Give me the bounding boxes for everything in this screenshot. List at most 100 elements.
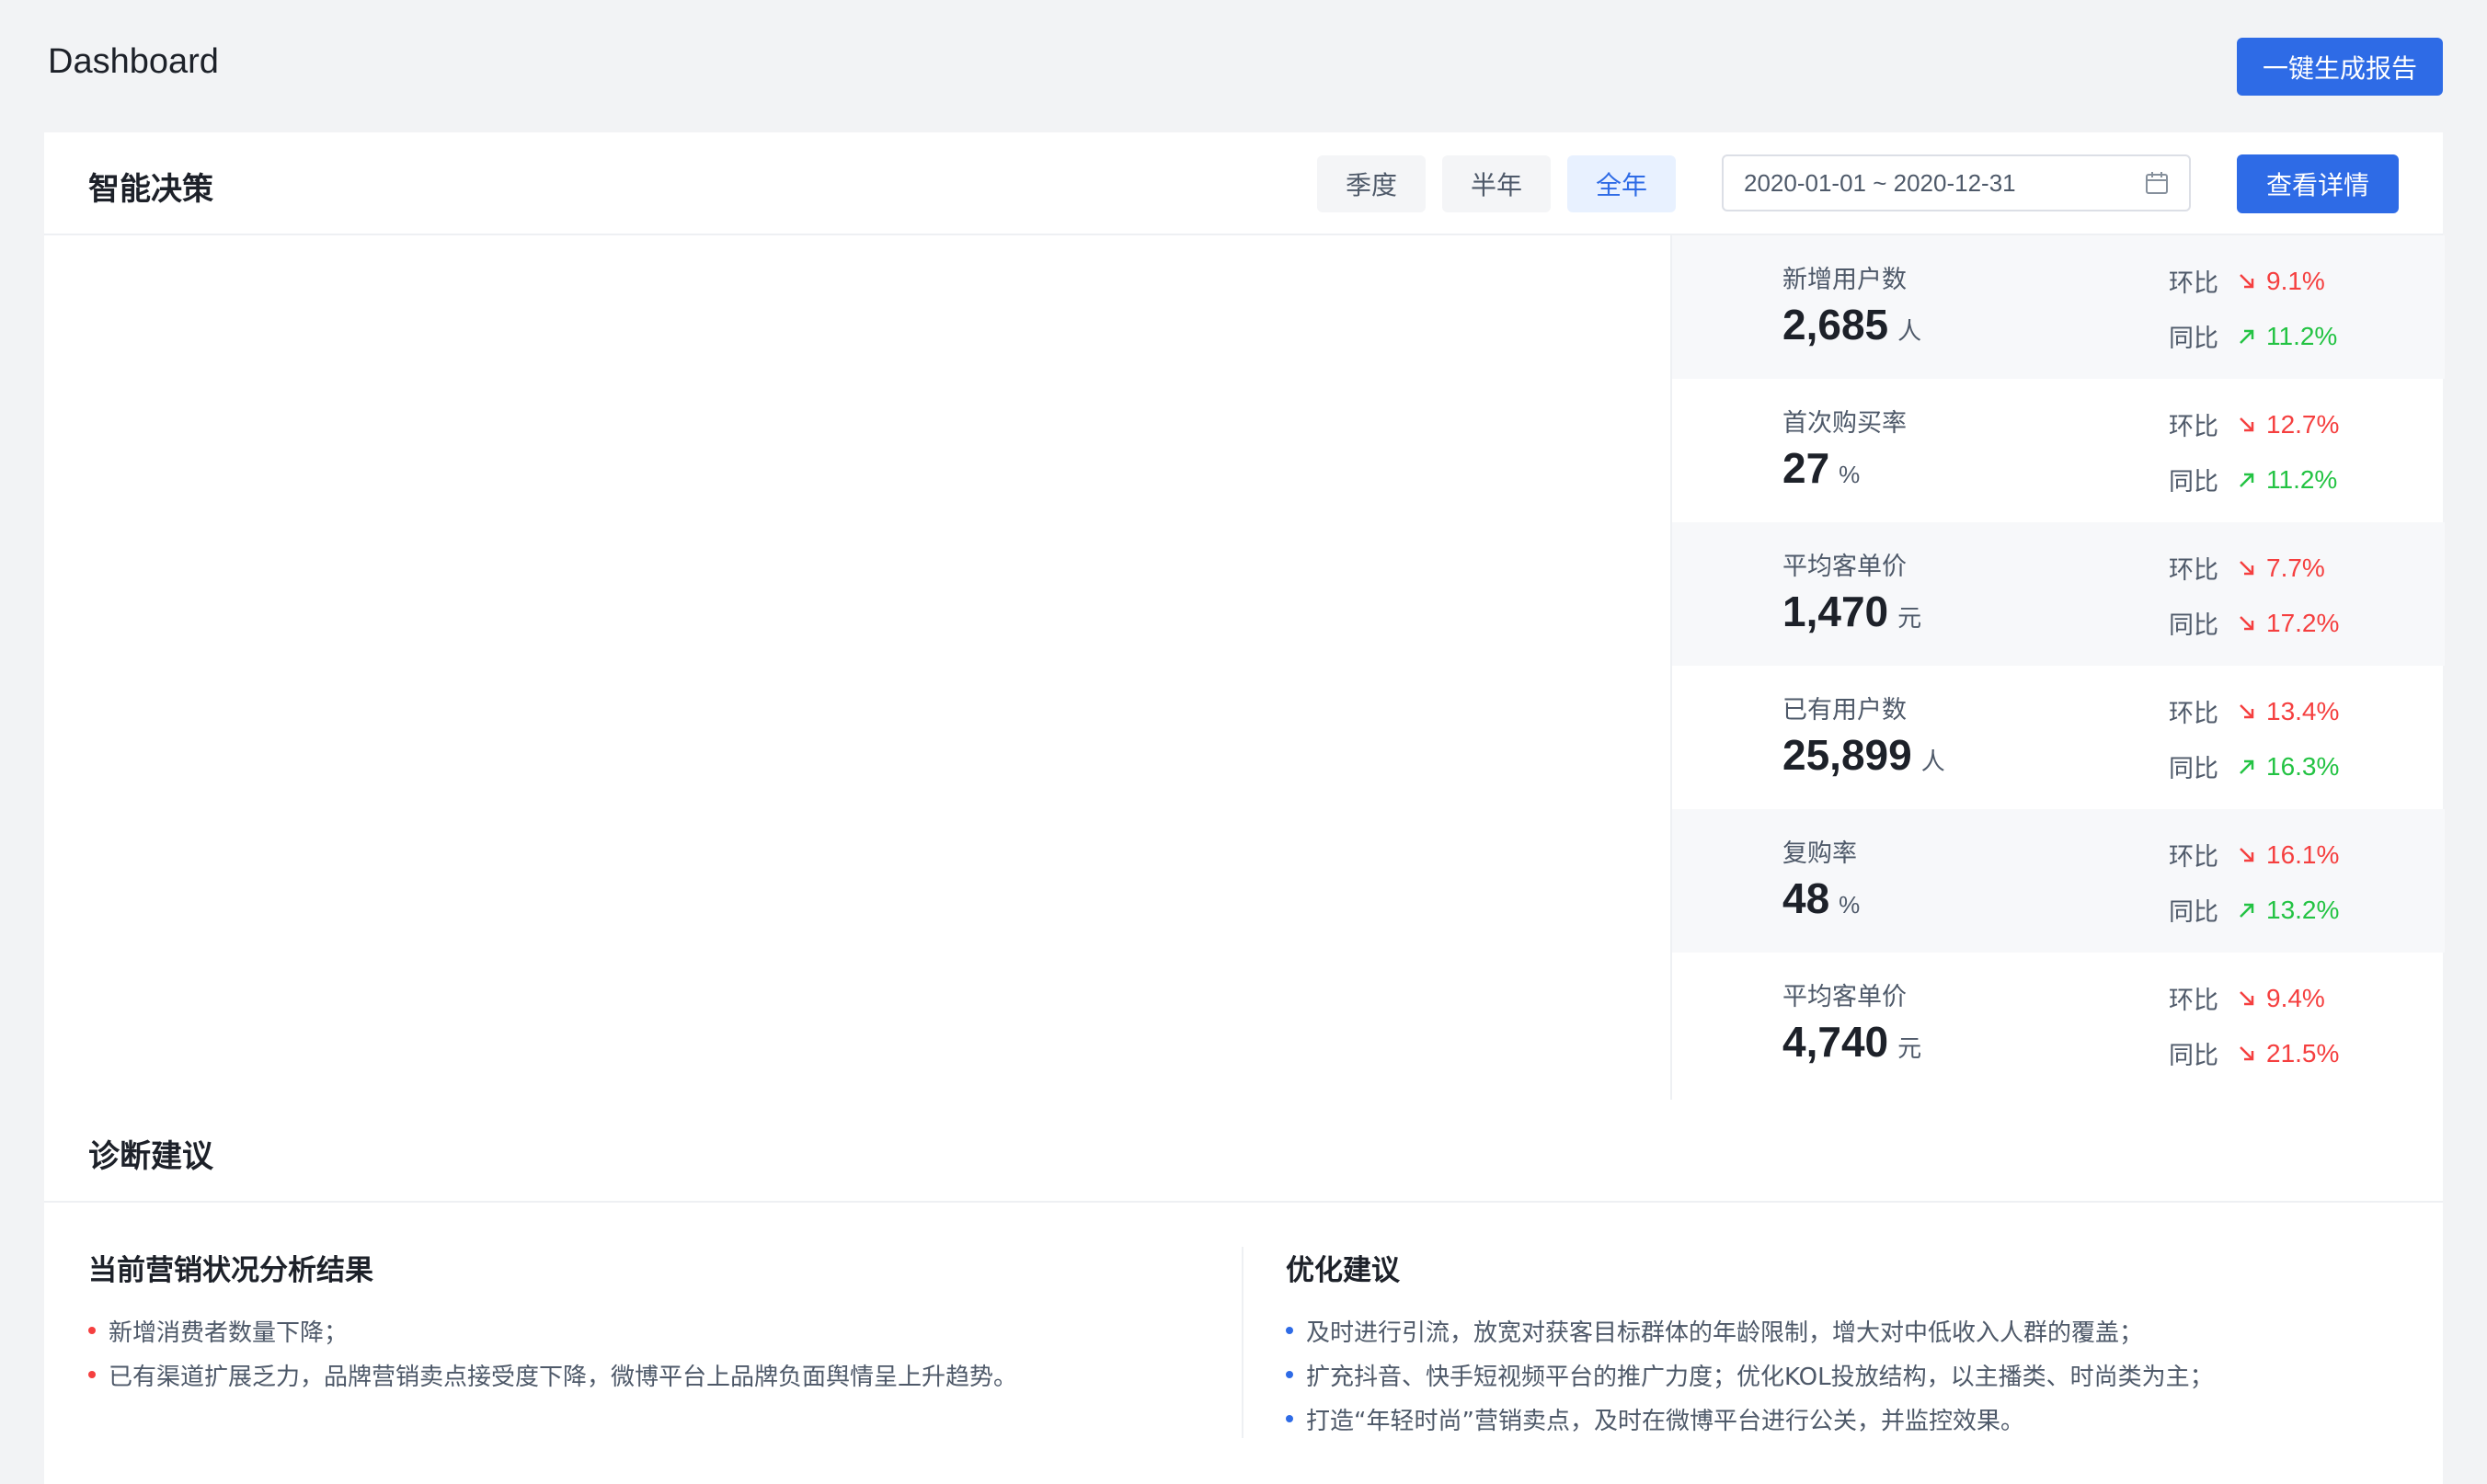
arrow-down-right-icon [2240, 990, 2254, 1005]
metric-unit: 人 [1920, 748, 1945, 775]
yoy-value: 21.5% [2266, 1038, 2340, 1067]
metric-unit: % [1839, 461, 1861, 488]
metrics-panel: 新增用户数 2,685 人环比 9.1% 同比 11.2% 首次购买率 27% 环比 12.7% 同… [1670, 235, 2445, 1100]
mom-label: 环比 [2169, 987, 2218, 1015]
metric-row: 首次购买率 27% 环比 12.7% 同比 11.2% [1672, 379, 2445, 522]
metric-label: 首次购买率 [1782, 409, 1907, 438]
analysis-column: 当前营销状况分析结果 新增消费者数量下降； 已有渠道扩展乏力，品牌营销卖点接受度下… [88, 1247, 1017, 1397]
arrow-up-right-icon [2240, 329, 2254, 344]
advice-list-item: 扩充抖音、快手短视频平台的推广力度；优化KOL投放结构，以主播类、时尚类为主； [1286, 1353, 2214, 1397]
advice-list-item: 已有渠道扩展乏力，品牌营销卖点接受度下降，微博平台上品牌负面舆情呈上升趋势。 [88, 1353, 1017, 1397]
mom-value: 9.4% [2266, 983, 2325, 1012]
arrow-down-right-icon [2240, 560, 2254, 575]
yoy-value: 11.2% [2266, 464, 2338, 494]
decision-title: 智能决策 [88, 171, 213, 208]
yoy-value: 16.3% [2266, 751, 2340, 781]
metric-value-block: 25,899 人 [1782, 730, 1945, 780]
yoy-comparison: 同比 17.2% [2169, 605, 2339, 641]
mom-label: 环比 [2169, 843, 2218, 872]
mom-comparison: 环比 9.4% [2169, 980, 2325, 1016]
advice-title: 诊断建议 [88, 1138, 213, 1175]
generate-report-button[interactable]: 一键生成报告 [2237, 38, 2443, 96]
arrow-up-right-icon [2240, 473, 2254, 487]
date-range-value: 2020-01-01 ~ 2020-12-31 [1744, 168, 2016, 197]
metric-unit: 元 [1897, 1034, 1922, 1062]
metric-unit: 人 [1897, 317, 1922, 345]
metric-value: 48 [1782, 874, 1830, 922]
decision-card: 智能决策 季度 半年 全年 2020-01-01 ~ 2020-12-31 查看… [44, 132, 2445, 1100]
bullet-dot-icon [1286, 1327, 1293, 1334]
metric-label: 复购率 [1782, 839, 1857, 868]
metric-value-block: 2,685 人 [1782, 300, 1921, 349]
metric-label: 平均客单价 [1782, 553, 1907, 581]
view-detail-button[interactable]: 查看详情 [2237, 154, 2399, 213]
bullet-dot-icon [88, 1327, 96, 1334]
arrow-up-right-icon [2240, 759, 2254, 774]
advice-item-text: 已有渠道扩展乏力，品牌营销卖点接受度下降，微博平台上品牌负面舆情呈上升趋势。 [109, 1363, 1018, 1391]
segment-half-year[interactable]: 半年 [1442, 155, 1551, 212]
mom-comparison: 环比 12.7% [2169, 406, 2339, 442]
arrow-down-right-icon [2240, 1045, 2254, 1060]
metric-label: 平均客单价 [1782, 983, 1907, 1011]
metric-value: 27 [1782, 444, 1830, 492]
mom-label: 环比 [2169, 556, 2218, 585]
yoy-comparison: 同比 11.2% [2169, 318, 2337, 354]
metric-value-block: 4,740 元 [1782, 1017, 1921, 1067]
yoy-value: 13.2% [2266, 895, 2340, 924]
arrow-up-right-icon [2240, 903, 2254, 918]
metric-value: 1,470 [1782, 588, 1889, 635]
bullet-dot-icon [1286, 1415, 1293, 1422]
mom-comparison: 环比 7.7% [2169, 550, 2325, 586]
mom-label: 环比 [2169, 269, 2218, 298]
chart-area [44, 235, 1670, 1100]
advice-list-item: 新增消费者数量下降； [88, 1308, 1017, 1353]
mom-comparison: 环比 13.4% [2169, 693, 2339, 729]
yoy-label: 同比 [2169, 898, 2218, 927]
metric-row: 已有用户数 25,899 人 环比 13.4% 同比 16.3% [1672, 666, 2445, 809]
mom-value: 7.7% [2266, 553, 2325, 582]
yoy-value: 11.2% [2266, 321, 2338, 350]
yoy-label: 同比 [2169, 755, 2218, 783]
advice-list-item: 打造“年轻时尚”营销卖点，及时在微博平台进行公关，并监控效果。 [1286, 1397, 2214, 1441]
date-range-picker[interactable]: 2020-01-01 ~ 2020-12-31 [1722, 154, 2191, 211]
metric-row: 新增用户数 2,685 人 环比 9.1% 同比 11.2% [1672, 235, 2445, 379]
mom-label: 环比 [2169, 413, 2218, 441]
advice-item-text: 新增消费者数量下降； [109, 1318, 349, 1347]
metric-value-block: 1,470 元 [1782, 587, 1921, 636]
metric-value: 2,685 [1782, 301, 1889, 348]
advice-card-header: 诊断建议 [44, 1100, 2443, 1203]
mom-comparison: 环比 16.1% [2169, 837, 2339, 873]
calendar-icon [2146, 172, 2168, 194]
segment-quarter[interactable]: 季度 [1317, 155, 1426, 212]
metric-label: 已有用户数 [1782, 696, 1907, 725]
yoy-comparison: 同比 21.5% [2169, 1035, 2339, 1071]
arrow-down-right-icon [2240, 615, 2254, 630]
mom-value: 16.1% [2266, 839, 2340, 869]
mom-comparison: 环比 9.1% [2169, 263, 2325, 299]
metric-row: 平均客单价 1,470 元 环比 7.7% 同比 17.2% [1672, 522, 2445, 666]
yoy-comparison: 同比 11.2% [2169, 462, 2337, 497]
yoy-comparison: 同比 13.2% [2169, 892, 2339, 928]
bullet-dot-icon [88, 1371, 96, 1378]
advice-card: 诊断建议 当前营销状况分析结果 新增消费者数量下降； 已有渠道扩展乏力，品牌营销卖… [44, 1100, 2443, 1484]
optimize-list: 及时进行引流，放宽对获客目标群体的年龄限制，增大对中低收入人群的覆盖； 扩充抖音、… [1286, 1308, 2214, 1441]
bullet-dot-icon [1286, 1371, 1293, 1378]
arrow-down-right-icon [2240, 703, 2254, 718]
metric-row: 复购率 48% 环比 16.1% 同比 13.2% [1672, 809, 2445, 953]
column-divider [1242, 1247, 1244, 1438]
advice-list-item: 及时进行引流，放宽对获客目标群体的年龄限制，增大对中低收入人群的覆盖； [1286, 1308, 2214, 1353]
advice-item-text: 打造“年轻时尚”营销卖点，及时在微博平台进行公关，并监控效果。 [1306, 1407, 2024, 1435]
metric-unit: 元 [1897, 604, 1922, 632]
arrow-down-right-icon [2240, 847, 2254, 862]
segment-full-year[interactable]: 全年 [1567, 155, 1676, 212]
advice-item-text: 扩充抖音、快手短视频平台的推广力度；优化KOL投放结构，以主播类、时尚类为主； [1306, 1363, 2214, 1391]
mom-label: 环比 [2169, 700, 2218, 728]
mom-value: 12.7% [2266, 409, 2340, 439]
yoy-value: 17.2% [2266, 608, 2340, 637]
yoy-comparison: 同比 16.3% [2169, 748, 2339, 784]
advice-item-text: 及时进行引流，放宽对获客目标群体的年龄限制，增大对中低收入人群的覆盖； [1306, 1318, 2144, 1347]
mom-value: 13.4% [2266, 696, 2340, 725]
arrow-down-right-icon [2240, 273, 2254, 288]
metric-value-block: 27% [1782, 443, 1860, 493]
metric-label: 新增用户数 [1782, 266, 1907, 294]
